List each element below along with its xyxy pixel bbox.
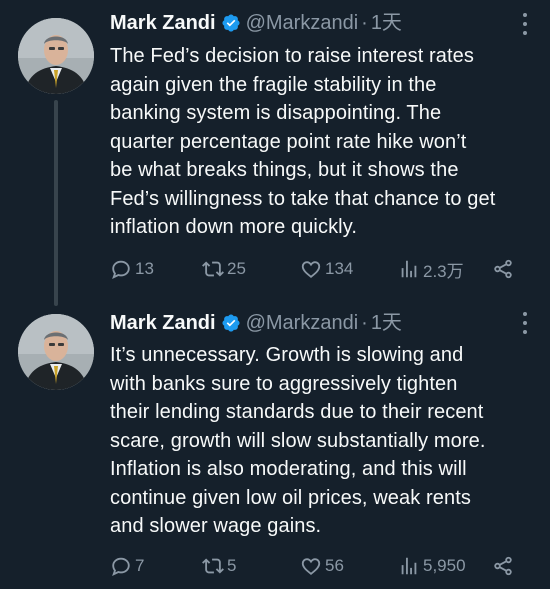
reply-count: 13 (135, 259, 154, 278)
verified-badge-icon (221, 13, 241, 33)
avatar[interactable] (18, 314, 94, 390)
retweet-icon (202, 558, 224, 574)
reply-button[interactable]: 13 (110, 254, 154, 284)
views-count: 2.3万 (423, 261, 464, 281)
views-icon (401, 557, 417, 575)
tweet[interactable]: Mark Zandi @Markzandi · 1天 The Fed’s dec… (0, 0, 550, 306)
separator-dot: · (361, 12, 368, 34)
author-name[interactable]: Mark Zandi (110, 9, 216, 37)
views-button[interactable]: 2.3万 (398, 254, 464, 284)
like-button[interactable]: 134 (300, 254, 353, 284)
reply-icon (112, 557, 130, 577)
reply-button[interactable]: 7 (110, 551, 144, 581)
tweet-actions: 7 5 56 5,950 (110, 551, 530, 581)
share-icon (494, 556, 512, 576)
reply-icon (112, 260, 130, 280)
reply-count: 7 (135, 556, 145, 575)
verified-badge-icon (221, 313, 241, 333)
share-button[interactable] (492, 254, 514, 284)
author-handle[interactable]: @Markzandi (246, 9, 359, 37)
author-name[interactable]: Mark Zandi (110, 309, 216, 337)
share-icon (494, 259, 512, 279)
views-button[interactable]: 5,950 (398, 551, 466, 581)
tweet-text: The Fed’s decision to raise interest rat… (110, 45, 496, 238)
like-button[interactable]: 56 (300, 551, 344, 581)
retweet-button[interactable]: 25 (202, 254, 246, 284)
more-options-icon[interactable] (522, 13, 528, 35)
avatar[interactable] (18, 18, 94, 94)
separator-dot: · (361, 312, 368, 334)
tweet[interactable]: Mark Zandi @Markzandi · 1天 It’s unnecess… (0, 300, 550, 589)
retweet-count: 5 (227, 556, 237, 575)
like-count: 56 (325, 556, 344, 575)
tweet-actions: 13 25 134 2.3万 (110, 254, 530, 284)
tweet-header: Mark Zandi @Markzandi · 1天 (110, 309, 402, 337)
share-button[interactable] (492, 551, 514, 581)
like-icon (301, 261, 321, 278)
thread-connector-line (54, 100, 58, 306)
timestamp[interactable]: 1天 (371, 309, 402, 337)
tweet-header: Mark Zandi @Markzandi · 1天 (110, 9, 402, 37)
retweet-count: 25 (227, 259, 246, 278)
like-icon (301, 558, 321, 575)
timestamp[interactable]: 1天 (371, 9, 402, 37)
like-count: 134 (325, 259, 354, 278)
more-options-icon[interactable] (522, 312, 528, 334)
views-count: 5,950 (423, 556, 466, 575)
author-handle[interactable]: @Markzandi (246, 309, 359, 337)
tweet-text: It’s unnecessary. Growth is slowing and … (110, 344, 486, 537)
retweet-icon (202, 261, 224, 277)
retweet-button[interactable]: 5 (202, 551, 236, 581)
views-icon (401, 260, 417, 278)
